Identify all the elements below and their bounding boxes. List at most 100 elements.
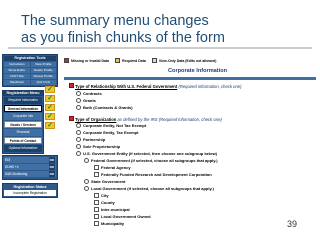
option-label: Inter-municipal [101,207,130,212]
local-city-option[interactable]: City [94,193,109,198]
radio-button[interactable] [76,130,81,135]
checkbox[interactable] [94,193,99,198]
radio-button[interactable] [84,186,89,191]
option-label: City [101,193,109,198]
relationship-question: Type of Relationship With U.S. Federal G… [69,83,242,89]
legend-label: Required Data [122,58,146,63]
tool-renew-profile-button[interactable]: Renew Profile [30,74,56,79]
relationship-option-contracts[interactable]: Contracts [76,91,102,96]
org-option-tax-exempt[interactable]: Corporate Entity, Tax Exempt [76,130,138,135]
menu-general-information[interactable]: General Information [4,105,42,112]
registration-tools-header: Registration Tools [4,56,56,61]
legend-view-only: View-Only Data (Edits not allowed) [151,58,216,63]
option-label: Both (Contracts & Grants) [83,105,133,110]
tool-show-entire-button[interactable]: Show Entire [4,68,30,73]
optional-item-label: D&B Monitoring [5,172,28,176]
radio-button[interactable] [76,98,81,103]
registration-menu-header: Registration Menu [3,91,43,96]
missing-data-flag-icon [69,83,74,88]
menu-required-information: Required Information [4,97,42,104]
option-label: Local Government Owned [101,214,151,219]
checkbox[interactable] [94,214,99,219]
state-government-option[interactable]: State Government [84,179,125,184]
slide-page-number: 39 [287,219,298,229]
option-label: Grants [83,98,96,103]
checkbox[interactable] [94,165,99,170]
relationship-question-hint: (Required information, check one) [178,84,242,89]
checkmark-icon: ✓ [45,122,55,129]
option-label: County [101,200,115,205]
local-county-option[interactable]: County [94,200,115,205]
tool-view-profile-button[interactable]: View Profile [30,62,56,67]
registration-status-value: Incomplete Registration [4,190,56,196]
tool-ccr-help-button[interactable]: CCR Help [4,74,30,79]
option-label: State Government [91,179,126,184]
completion-checkmarks: ✓ ✓ ✓ ✓ ✓ [45,86,57,131]
tool-quit-ccr-button[interactable]: Quit CCR [30,80,56,85]
federal-agency-option[interactable]: Federal Agency [94,165,131,170]
tool-instructions-button[interactable]: Instructions [4,62,30,67]
slide-title-line-1: The summary menu changes [21,13,209,29]
registration-sidebar: Registration Tools Instructions View Pro… [2,54,58,240]
radio-button[interactable] [76,105,81,110]
checkmark-icon: ✓ [45,104,55,111]
radio-button[interactable] [76,123,81,128]
checkbox[interactable] [94,221,99,226]
optional-menu: EDI NR DUNS +4 NR D&B Monitoring NR [2,155,58,180]
missing-data-flag-icon [69,116,74,121]
checkbox[interactable] [94,207,99,212]
federal-government-option[interactable]: Federal Government (if selected, choose … [84,158,218,163]
legend-swatch-gray [151,58,157,63]
page-title: Corporate Information [168,68,228,74]
org-option-government-entity[interactable]: U.S. Government Entity (if selected, the… [76,151,217,156]
option-label: Corporate Entity, Tax Exempt [83,130,139,135]
ffrdc-option[interactable]: Federally Funded Research and Developmen… [94,172,212,177]
registration-tools-panel: Registration Tools Instructions View Pro… [2,54,58,87]
checkmark-icon: ✓ [45,113,55,120]
local-municipality-option[interactable]: Municipality [94,221,124,226]
relationship-question-label: Type of Relationship With U.S. Federal G… [75,84,178,89]
optional-duns-item[interactable]: DUNS +4 NR [4,164,56,170]
section-divider [64,77,316,80]
optional-item-tag: NR [48,171,55,177]
checkmark-icon: ✓ [45,95,55,102]
option-label: Contracts [83,91,102,96]
legend-required: Required Data [115,58,146,63]
option-label: Federally Funded Research and Developmen… [101,172,212,177]
local-government-owned-option[interactable]: Local Government Owned [94,214,151,219]
field-legend: Missing or Invalid Data Required Data Vi… [64,56,316,65]
radio-button[interactable] [76,91,81,96]
relationship-option-grants[interactable]: Grants [76,98,96,103]
org-option-not-tax-exempt[interactable]: Corporate Entity, Not Tax Exempt [76,123,146,128]
menu-optional-information: Optional Information [4,145,42,152]
org-option-sole-proprietorship[interactable]: Sole Proprietorship [76,144,120,149]
organization-type-question: Type of Organization as defined by the I… [69,116,222,122]
checkbox[interactable] [94,200,99,205]
org-option-partnership[interactable]: Partnership [76,137,105,142]
radio-button[interactable] [76,144,81,149]
option-label: U.S. Government Entity (if selected, the… [83,151,218,156]
option-label: Corporate Entity, Not Tax Exempt [83,123,147,128]
optional-dnb-item[interactable]: D&B Monitoring NR [4,171,56,177]
checkbox[interactable] [94,172,99,177]
local-inter-municipal-option[interactable]: Inter-municipal [94,207,130,212]
menu-points-of-contact[interactable]: Points of Contact [4,137,42,144]
radio-button[interactable] [84,179,89,184]
organization-type-hint: as defined by the IRS (Required informat… [117,117,222,122]
option-label: Local Government (if selected, choose al… [91,186,214,191]
legend-swatch-red [64,58,69,63]
optional-item-tag: NR [48,157,55,163]
menu-corporate-info[interactable]: Corporate Info [4,113,42,120]
option-label: Federal Government (if selected, choose … [91,158,218,163]
menu-goods-services[interactable]: Goods / Services [4,121,42,128]
radio-button[interactable] [76,151,81,156]
tool-delete-profile-button[interactable]: Delete Profile [30,68,56,73]
radio-button[interactable] [84,158,89,163]
menu-financial[interactable]: Financial [4,129,42,136]
optional-edi-item[interactable]: EDI NR [4,157,56,163]
tool-handbook-button[interactable]: Handbook [4,80,30,85]
local-government-option[interactable]: Local Government (if selected, choose al… [84,186,214,191]
checkmark-icon: ✓ [45,86,55,93]
radio-button[interactable] [76,137,81,142]
relationship-option-both[interactable]: Both (Contracts & Grants) [76,105,133,110]
